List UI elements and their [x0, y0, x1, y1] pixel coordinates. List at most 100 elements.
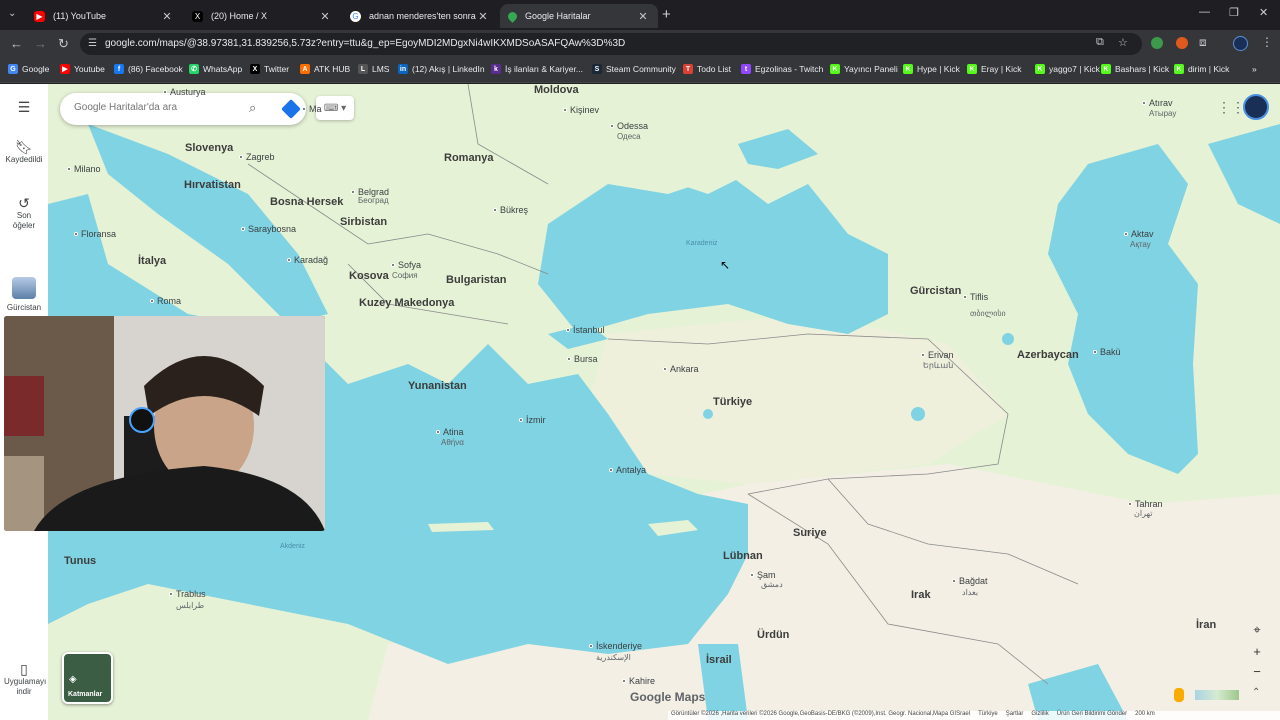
native-name-label[interactable]: طرابلس	[176, 601, 204, 610]
country-label[interactable]: Bosna Hersek	[270, 196, 343, 208]
country-label[interactable]: Sirbistan	[340, 216, 387, 228]
city-label[interactable]: İskenderiye	[596, 641, 642, 651]
reload-button[interactable]: ↻	[58, 36, 69, 52]
tab-google-search[interactable]: G adnan menderes'ten sonraki cu ✕	[342, 4, 498, 28]
city-label[interactable]: Karadağ	[294, 255, 328, 265]
bookmark-item[interactable]: T Todo List	[683, 64, 731, 74]
city-label[interactable]: Austurya	[170, 87, 206, 97]
extension-icon[interactable]	[1151, 37, 1163, 49]
city-label[interactable]: Şam	[757, 570, 776, 580]
extension-icon[interactable]	[1176, 37, 1188, 49]
city-label[interactable]: Sofya	[398, 260, 421, 270]
country-label[interactable]: Moldova	[534, 84, 579, 96]
bookmark-item[interactable]: A ATK HUB	[300, 64, 350, 74]
country-label[interactable]: Kuzey Makedonya	[359, 297, 454, 309]
country-label[interactable]: Yunanistan	[408, 380, 467, 392]
city-label[interactable]: Milano	[74, 164, 101, 174]
bookmark-item[interactable]: S Steam Community	[592, 64, 676, 74]
bookmark-item[interactable]: t Egzolinas - Twitch	[741, 64, 823, 74]
close-tab-icon[interactable]: ✕	[160, 10, 174, 23]
bookmark-item[interactable]: ✆ WhatsApp	[189, 64, 242, 74]
new-tab-button[interactable]: +	[662, 6, 671, 23]
country-label[interactable]: Azerbaycan	[1017, 349, 1079, 361]
zoom-out-button[interactable]: −	[1248, 664, 1266, 682]
city-label[interactable]: Tiflis	[970, 292, 988, 302]
profile-avatar[interactable]	[1233, 36, 1248, 51]
bookmark-item[interactable]: X Twitter	[250, 64, 289, 74]
country-label[interactable]: Lübnan	[723, 550, 763, 562]
tab-x-home[interactable]: X (20) Home / X ✕	[184, 4, 340, 28]
country-label[interactable]: Bulgaristan	[446, 274, 507, 286]
city-label[interactable]: İzmir	[526, 415, 546, 425]
tab-youtube[interactable]: ▶ (11) YouTube ✕	[26, 4, 182, 28]
get-app-button[interactable]: ▯ Uygulamayı indir	[0, 662, 48, 697]
city-label[interactable]: Bakü	[1100, 347, 1121, 357]
city-label[interactable]: Atırav	[1149, 98, 1173, 108]
city-label[interactable]: Ankara	[670, 364, 699, 374]
sea-label[interactable]: Karadeniz	[686, 240, 718, 247]
pegman-icon[interactable]	[1174, 688, 1184, 702]
native-name-label[interactable]: Αθήνα	[441, 438, 464, 447]
bookmarks-overflow-icon[interactable]: »	[1252, 64, 1257, 74]
account-avatar[interactable]	[1243, 94, 1269, 120]
city-label[interactable]: Roma	[157, 296, 181, 306]
privacy-link[interactable]: Gizlilik	[1031, 711, 1048, 720]
menu-button[interactable]: ☰	[0, 100, 48, 115]
tab-search-menu[interactable]: ⌄	[8, 8, 16, 19]
forward-button[interactable]: →	[34, 36, 47, 51]
city-label[interactable]: Trablus	[176, 589, 206, 599]
directions-icon[interactable]	[281, 99, 301, 119]
bookmark-item[interactable]: K Eray | Kick	[967, 64, 1021, 74]
country-label[interactable]: Gürcistan	[910, 285, 961, 297]
city-label[interactable]: İstanbul	[573, 325, 605, 335]
country-label[interactable]: Ürdün	[757, 629, 789, 641]
back-button[interactable]: ←	[10, 36, 23, 51]
minimize-button[interactable]: —	[1199, 6, 1210, 18]
native-name-label[interactable]: تهران	[1134, 509, 1152, 518]
city-label[interactable]: Aktav	[1131, 229, 1154, 239]
city-label[interactable]: Bükreş	[500, 205, 528, 215]
country-label[interactable]: Türkiye	[713, 396, 752, 408]
country-label[interactable]: Irak	[911, 589, 931, 601]
native-name-label[interactable]: دمشق	[761, 580, 783, 589]
bookmark-item[interactable]: Kdirim | Kick	[1174, 64, 1229, 74]
native-name-label[interactable]: Београд	[358, 196, 389, 205]
country-label[interactable]: Kosova	[349, 270, 389, 282]
search-box[interactable]: ⌕	[60, 93, 306, 125]
country-label[interactable]: İran	[1196, 619, 1216, 631]
close-tab-icon[interactable]: ✕	[318, 10, 332, 23]
zoom-in-button[interactable]: +	[1248, 644, 1266, 662]
country-label[interactable]: İsrail	[706, 654, 732, 666]
recent-button[interactable]: ↺ Son öğeler	[0, 196, 48, 231]
country-label[interactable]: Romanya	[444, 152, 494, 164]
native-name-label[interactable]: Ақтау	[1130, 240, 1151, 249]
install-app-icon[interactable]: ⧉	[1096, 36, 1104, 49]
feedback-link[interactable]: Ürün Geri Bildirimi Gönder	[1057, 711, 1127, 720]
bookmark-item[interactable]: in (12) Akış | LinkedIn	[398, 64, 485, 74]
country-label[interactable]: Slovenya	[185, 142, 233, 154]
city-label[interactable]: Antalya	[616, 465, 646, 475]
bookmark-item[interactable]: K Yayıncı Paneli	[830, 64, 898, 74]
city-label[interactable]: Bağdat	[959, 576, 988, 586]
native-name-label[interactable]: София	[392, 271, 418, 280]
city-label[interactable]: Atina	[443, 427, 464, 437]
native-name-label[interactable]: Երևան	[923, 361, 953, 370]
bookmark-item[interactable]: K Hype | Kick	[903, 64, 960, 74]
city-label[interactable]: Bursa	[574, 354, 598, 364]
google-apps-icon[interactable]: ⋮⋮	[1217, 99, 1245, 116]
map-area[interactable]: ☰ 🔖︎ Kaydedildi ↺ Son öğeler Gürcistan ▯…	[0, 84, 1280, 720]
recent-place-button[interactable]: Gürcistan	[0, 277, 48, 313]
close-tab-icon[interactable]: ✕	[636, 10, 650, 23]
search-icon[interactable]: ⌕	[249, 100, 256, 116]
country-label[interactable]: Hırvatistan	[184, 179, 241, 191]
close-tab-icon[interactable]: ✕	[476, 10, 490, 23]
bookmark-item[interactable]: Kyaggo7 | Kick	[1035, 64, 1100, 74]
city-label[interactable]: Kahire	[629, 676, 655, 686]
country-label[interactable]: Suriye	[793, 527, 827, 539]
bookmark-item[interactable]: G Google	[8, 64, 49, 74]
sea-label[interactable]: Akdeniz	[280, 543, 305, 550]
keyboard-input-button[interactable]: ⌨ ▾	[316, 96, 354, 120]
search-input[interactable]	[74, 102, 234, 113]
country-label[interactable]: Tunus	[64, 555, 96, 567]
city-label[interactable]: Erivan	[928, 350, 954, 360]
